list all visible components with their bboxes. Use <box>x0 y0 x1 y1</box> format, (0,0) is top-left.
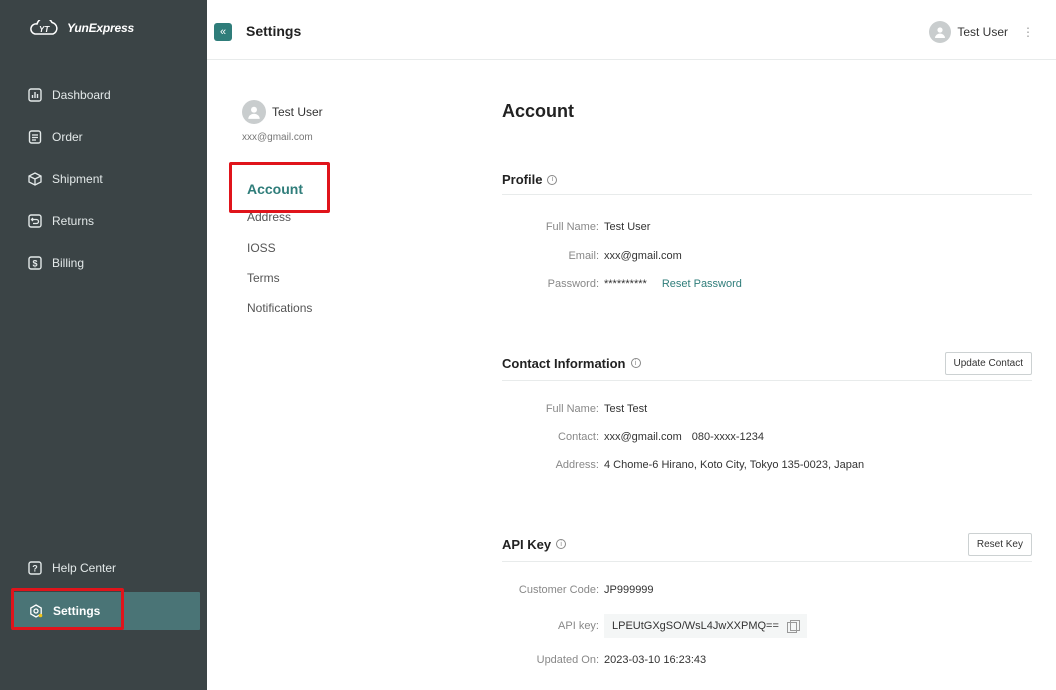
contact-full-name-row: Full Name: Test Test <box>502 403 647 415</box>
contact-address-row: Address: 4 Chome-6 Hirano, Koto City, To… <box>502 459 865 471</box>
field-value: ********** <box>604 278 647 290</box>
contact-phone-value: 080-xxxx-1234 <box>691 431 764 443</box>
header-user-name: Test User <box>957 25 1008 39</box>
field-label: Updated On: <box>536 654 599 666</box>
sidebar-item-shipment[interactable]: Shipment <box>0 164 207 194</box>
field-value: JP999999 <box>604 584 654 596</box>
sidebar-item-dashboard[interactable]: Dashboard <box>0 80 207 110</box>
dollar-icon: $ <box>27 255 43 271</box>
return-icon <box>27 213 43 229</box>
field-label: Password: <box>547 278 599 290</box>
brand-logo[interactable]: YT YunExpress <box>27 20 134 36</box>
api-key-row: API key: LPEUtGXgSO/WsL4JwXXPMQ== <box>502 614 807 638</box>
contact-contact-row: Contact: xxx@gmail.com 080-xxxx-1234 <box>502 431 764 443</box>
settings-nav-terms[interactable]: Terms <box>247 271 280 285</box>
svg-text:YT: YT <box>39 25 50 34</box>
info-icon[interactable]: i <box>547 174 558 185</box>
sidebar: YT YunExpress Dashboard Order Shipment R… <box>0 0 207 690</box>
settings-user-card: Test User xxx@gmail.com <box>242 100 323 143</box>
contact-section-header: Contact Information i Update Contact <box>502 346 1032 381</box>
copy-icon[interactable] <box>786 620 800 633</box>
profile-heading: Profile <box>502 172 543 187</box>
settings-nav-account[interactable]: Account <box>247 181 303 197</box>
user-icon <box>248 106 260 119</box>
document-icon <box>27 129 43 145</box>
sidebar-item-label: Dashboard <box>52 88 111 102</box>
field-value: Test User <box>604 221 651 233</box>
sidebar-item-label: Billing <box>52 256 85 270</box>
svg-text:?: ? <box>32 564 38 574</box>
bar-chart-icon <box>27 87 43 103</box>
field-value: 4 Chome-6 Hirano, Koto City, Tokyo 135-0… <box>604 459 865 471</box>
api-key-box: LPEUtGXgSO/WsL4JwXXPMQ== <box>604 614 807 638</box>
profile-section-header: Profile i <box>502 165 1032 195</box>
settings-user-email: xxx@gmail.com <box>242 132 313 143</box>
page-title: Account <box>502 101 574 121</box>
sidebar-item-settings[interactable]: Settings <box>11 588 200 630</box>
api-heading: API Key <box>502 536 552 552</box>
field-label: Contact: <box>558 431 599 443</box>
help-icon: ? <box>27 560 43 576</box>
profile-full-name-row: Full Name: Test User <box>502 221 651 233</box>
avatar <box>929 21 952 43</box>
field-label: API key: <box>558 620 599 632</box>
contact-email-value: xxx@gmail.com <box>604 431 682 443</box>
settings-user-name: Test User <box>272 105 323 119</box>
cloud-logo-icon: YT <box>30 20 58 35</box>
user-menu[interactable]: Test User ⋮ <box>929 21 1034 43</box>
info-icon[interactable]: i <box>630 358 641 368</box>
api-section-header: API Key i Reset Key <box>502 527 1032 562</box>
user-icon <box>935 27 946 38</box>
sidebar-item-help-center[interactable]: ? Help Center <box>0 553 207 583</box>
api-updated-row: Updated On: 2023-03-10 16:23:43 <box>502 654 707 666</box>
settings-nav-address[interactable]: Address <box>247 210 291 224</box>
sidebar-item-billing[interactable]: $ Billing <box>0 248 207 278</box>
reset-key-button[interactable]: Reset Key <box>967 532 1032 556</box>
sidebar-item-label: Returns <box>52 214 95 228</box>
api-customer-code-row: Customer Code: JP999999 <box>502 584 654 596</box>
sidebar-item-label: Shipment <box>52 172 103 186</box>
top-header: « Settings Test User ⋮ <box>207 0 1056 60</box>
field-value: xxx@gmail.com <box>604 250 682 262</box>
field-label: Full Name: <box>545 221 599 233</box>
api-key-value: LPEUtGXgSO/WsL4JwXXPMQ== <box>612 620 779 632</box>
field-label: Customer Code: <box>518 584 599 596</box>
sidebar-item-label: Settings <box>53 604 101 618</box>
collapse-sidebar-button[interactable]: « <box>214 23 232 41</box>
info-icon[interactable]: i <box>556 539 567 549</box>
field-label: Full Name: <box>545 403 599 415</box>
package-icon <box>27 171 43 187</box>
sidebar-item-returns[interactable]: Returns <box>0 206 207 236</box>
avatar <box>242 100 266 124</box>
brand-name: YunExpress <box>67 21 134 35</box>
profile-email-row: Email: xxx@gmail.com <box>502 250 682 262</box>
sidebar-item-order[interactable]: Order <box>0 122 207 152</box>
settings-nav-ioss[interactable]: IOSS <box>247 241 276 255</box>
field-value: 2023-03-10 16:23:43 <box>604 654 707 666</box>
sidebar-item-label: Help Center <box>52 561 117 575</box>
settings-icon <box>28 603 44 619</box>
svg-text:$: $ <box>32 259 37 269</box>
update-contact-button[interactable]: Update Contact <box>944 351 1032 375</box>
field-value: Test Test <box>604 403 648 415</box>
sidebar-item-label: Order <box>52 130 83 144</box>
page-header-title: Settings <box>246 23 302 39</box>
double-chevron-left-icon: « <box>219 26 227 38</box>
field-label: Address: <box>555 459 599 471</box>
profile-password-row: Password: ********** Reset Password <box>502 278 742 290</box>
reset-password-link[interactable]: Reset Password <box>662 278 742 290</box>
field-label: Email: <box>568 250 599 262</box>
contact-heading: Contact Information <box>502 355 626 371</box>
settings-nav-notifications[interactable]: Notifications <box>247 301 312 315</box>
more-vertical-icon[interactable]: ⋮ <box>1022 26 1034 38</box>
